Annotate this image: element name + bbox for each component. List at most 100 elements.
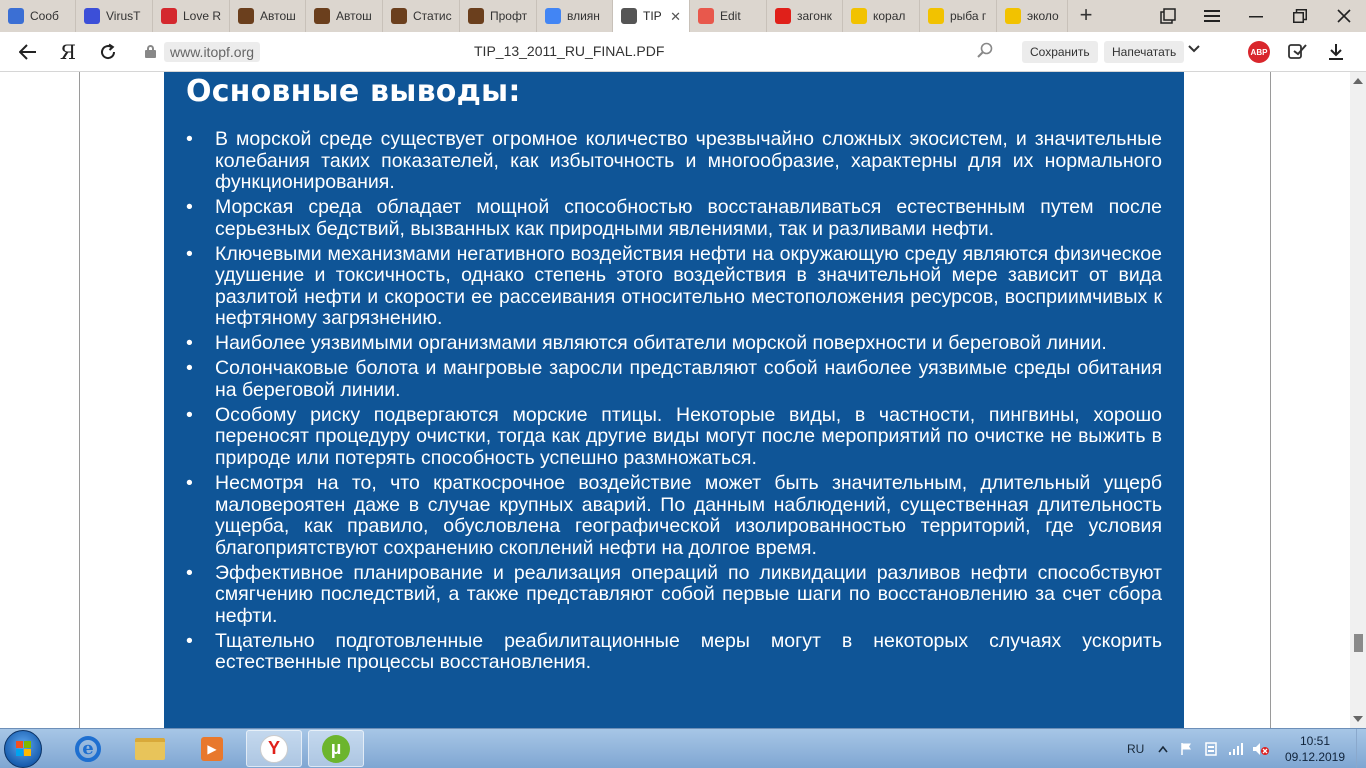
url-field[interactable]: www.itopf.org TIP_13_2011_RU_FINAL.PDF С…: [137, 38, 1200, 66]
new-tab-button[interactable]: +: [1074, 4, 1098, 28]
tab-label: рыба г: [950, 9, 987, 23]
tab-13[interactable]: эколо: [997, 0, 1068, 32]
tab-2[interactable]: Love R: [153, 0, 230, 32]
lock-icon: [145, 45, 156, 58]
conclusion-text: Несмотря на то, что краткосрочное воздей…: [215, 472, 1162, 559]
action-center-flag-icon[interactable]: [1181, 729, 1193, 768]
tab-7[interactable]: влиян: [537, 0, 613, 32]
media-player-icon[interactable]: ▶: [184, 730, 240, 767]
conclusion-item: • В морской среде существует огромное кол…: [186, 128, 1162, 194]
yandex-images-icon: [1005, 8, 1021, 24]
domain-label[interactable]: www.itopf.org: [164, 42, 261, 62]
tab-12[interactable]: рыба г: [920, 0, 997, 32]
show-desktop-button[interactable]: [1356, 729, 1366, 768]
address-bar: Я www.itopf.org TIP_13_2011_RU_FINAL.PDF…: [0, 32, 1366, 72]
back-arrow-icon[interactable]: [14, 39, 42, 65]
bullet-icon: •: [186, 403, 193, 426]
minimize-icon[interactable]: [1234, 0, 1278, 32]
zoom-icon[interactable]: [977, 42, 993, 63]
chevron-down-icon[interactable]: [1187, 41, 1201, 58]
windows-taskbar: e ▶ Y µ RU 10:51 09.12.2019: [0, 728, 1366, 768]
tab-3[interactable]: Автош: [230, 0, 306, 32]
adblock-icon[interactable]: ABP: [1248, 41, 1270, 63]
bullet-icon: •: [186, 196, 193, 219]
tab-1[interactable]: VirusT: [76, 0, 153, 32]
tab-8[interactable]: TIP ✕: [613, 0, 690, 32]
conclusion-text: Ключевыми механизмами негативного воздей…: [215, 242, 1162, 330]
tab-0[interactable]: Сооб: [0, 0, 76, 32]
tab-label: загонк: [797, 9, 832, 23]
bullet-icon: •: [186, 332, 193, 355]
system-clock[interactable]: 10:51 09.12.2019: [1280, 733, 1350, 765]
tray-expand-icon[interactable]: [1158, 729, 1168, 768]
scroll-up-arrow-icon[interactable]: [1353, 78, 1363, 84]
site-icon: [391, 8, 407, 24]
tab-label: Статис: [413, 9, 452, 23]
tab-label: Автош: [260, 9, 296, 23]
message-icon: [8, 8, 24, 24]
conclusion-item: • Несмотря на то, что краткосрочное возде…: [186, 472, 1162, 559]
tab-label: VirusT: [106, 9, 141, 23]
tab-6[interactable]: Профт: [460, 0, 537, 32]
downloads-icon[interactable]: [1322, 39, 1350, 65]
conclusion-text: Морская среда обладает мощной способност…: [215, 196, 1162, 240]
tab-label: Автош: [336, 9, 372, 23]
pdf-icon: [621, 8, 637, 24]
conclusion-item: • Морская среда обладает мощной способнос…: [186, 196, 1162, 240]
tab-4[interactable]: Автош: [306, 0, 383, 32]
tab-label: эколо: [1027, 9, 1059, 23]
section-heading: Основные выводы:: [186, 74, 521, 109]
conclusion-item: • Тщательно подготовленные реабилитационн…: [186, 629, 1162, 674]
loveread-icon: [161, 8, 177, 24]
save-button[interactable]: Сохранить: [1022, 41, 1098, 63]
yandex-logo-icon[interactable]: Я: [54, 39, 82, 65]
yandex-images-icon: [928, 8, 944, 24]
print-button[interactable]: Напечатать: [1104, 41, 1185, 63]
scrollbar-thumb[interactable]: [1354, 634, 1363, 652]
edit-icon: [698, 8, 714, 24]
windows-logo-icon: [16, 741, 32, 757]
conclusion-item: • Наиболее уязвимыми организмами являются…: [186, 333, 1162, 355]
tab-label: Сооб: [30, 9, 59, 23]
utorrent-taskbar-icon[interactable]: µ: [308, 730, 364, 767]
conclusion-text: Тщательно подготовленные реабилитационны…: [215, 629, 1162, 674]
tab-11[interactable]: корал: [843, 0, 920, 32]
conclusions-list: • В морской среде существует огромное кол…: [186, 128, 1162, 677]
tab-label: Профт: [490, 9, 528, 23]
conclusion-item: • Ключевыми механизмами негативного возде…: [186, 242, 1162, 330]
file-explorer-icon[interactable]: [122, 730, 178, 767]
tab-label: Love R: [183, 9, 222, 23]
clock-date: 09.12.2019: [1284, 750, 1346, 764]
vertical-scrollbar[interactable]: [1350, 72, 1366, 728]
volume-muted-icon[interactable]: [1252, 729, 1270, 768]
device-icon[interactable]: [1204, 729, 1218, 768]
conclusion-item: • Солончаковые болота и мангровые заросли…: [186, 358, 1162, 401]
tab-5[interactable]: Статис: [383, 0, 460, 32]
conclusion-item: • Эффективное планирование и реализация о…: [186, 561, 1162, 628]
extension-icon[interactable]: [1284, 39, 1312, 65]
tab-9[interactable]: Edit: [690, 0, 767, 32]
tab-10[interactable]: загонк: [767, 0, 843, 32]
bullet-icon: •: [186, 472, 193, 495]
yandex-browser-taskbar-icon[interactable]: Y: [246, 730, 302, 767]
restore-icon[interactable]: [1278, 0, 1322, 32]
conclusion-text: Особому риску подвергаются морские птицы…: [215, 403, 1162, 469]
pdf-viewport[interactable]: Основные выводы: • В морской среде сущест…: [0, 72, 1350, 728]
close-tab-icon[interactable]: ✕: [670, 9, 681, 25]
internet-explorer-icon[interactable]: e: [60, 730, 116, 767]
conclusion-text: Солончаковые болота и мангровые заросли …: [215, 357, 1162, 401]
yandex-icon: [775, 8, 791, 24]
language-indicator[interactable]: RU: [1127, 729, 1144, 768]
network-signal-icon[interactable]: [1228, 729, 1244, 768]
conclusion-text: Наиболее уязвимыми организмами являются …: [215, 332, 1107, 355]
tab-label: Edit: [720, 9, 741, 23]
menu-icon[interactable]: [1190, 0, 1234, 32]
tab-manager-icon[interactable]: [1146, 0, 1190, 32]
page-edge-left: [79, 72, 80, 728]
document-title: TIP_13_2011_RU_FINAL.PDF: [474, 43, 665, 59]
close-window-icon[interactable]: [1322, 0, 1366, 32]
start-button[interactable]: [4, 730, 42, 768]
conclusion-text: Эффективное планирование и реализация оп…: [215, 561, 1162, 627]
reload-icon[interactable]: [94, 39, 122, 65]
scroll-down-arrow-icon[interactable]: [1353, 716, 1363, 722]
